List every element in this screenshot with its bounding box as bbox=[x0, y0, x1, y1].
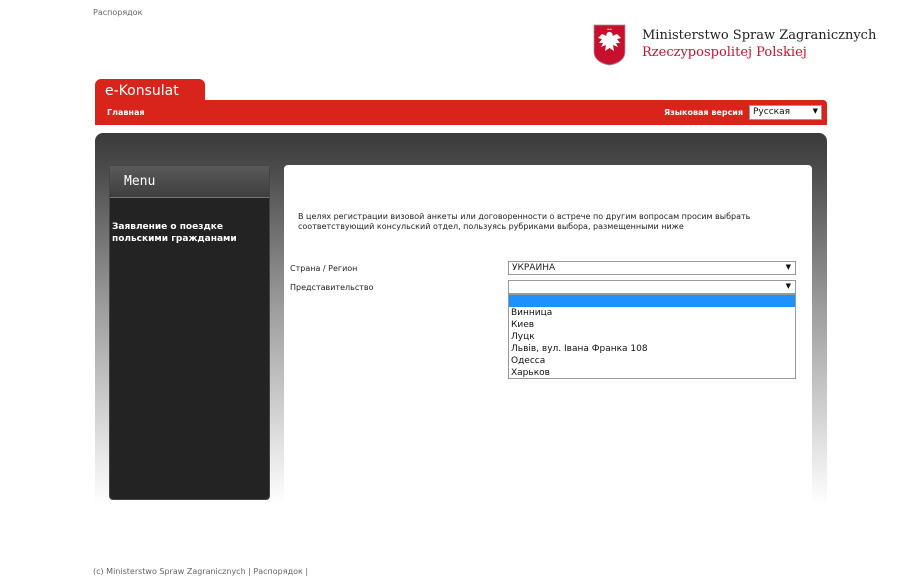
language-select[interactable]: Русская ▼ bbox=[749, 105, 822, 120]
office-label: Представительство bbox=[290, 283, 374, 292]
language-select-value: Русская bbox=[753, 107, 791, 117]
country-label: Страна / Регион bbox=[290, 264, 358, 273]
form-panel: В целях регистрации визовой анкеты или д… bbox=[284, 165, 812, 505]
ministry-name: Ministerstwo Spraw Zagranicznych Rzeczyp… bbox=[642, 27, 876, 61]
office-select[interactable]: ▼ bbox=[508, 280, 796, 294]
dropdown-option[interactable]: Киев bbox=[509, 319, 795, 331]
dropdown-option[interactable]: Львів, вул. Івана Франка 108 bbox=[509, 343, 795, 355]
dropdown-option-empty[interactable] bbox=[509, 295, 795, 307]
ministry-line-1: Ministerstwo Spraw Zagranicznych bbox=[642, 28, 877, 43]
top-link-regulations[interactable]: Распорядок bbox=[93, 8, 142, 17]
footer-text: (c) Ministerstwo Spraw Zagranicznych | Р… bbox=[93, 567, 309, 576]
sidebar-title: Menu bbox=[110, 166, 269, 198]
ministry-line-2: Rzeczypospolitej Polskiej bbox=[642, 45, 807, 60]
nav-home-link[interactable]: Главная bbox=[107, 108, 144, 117]
language-label: Языковая версия bbox=[664, 108, 744, 117]
dropdown-option[interactable]: Винница bbox=[509, 307, 795, 319]
chevron-down-icon: ▼ bbox=[785, 282, 791, 290]
chevron-down-icon: ▼ bbox=[812, 107, 818, 115]
ministry-logo[interactable]: Ministerstwo Spraw Zagranicznych Rzeczyp… bbox=[593, 24, 876, 68]
dropdown-option[interactable]: Одесса bbox=[509, 355, 795, 367]
intro-text: В целях регистрации визовой анкеты или д… bbox=[298, 212, 751, 231]
dropdown-option[interactable]: Луцк bbox=[509, 331, 795, 343]
chevron-down-icon: ▼ bbox=[785, 263, 791, 271]
office-dropdown-list: Винница Киев Луцк Львів, вул. Івана Фран… bbox=[508, 294, 796, 379]
polish-eagle-icon bbox=[593, 24, 626, 66]
nav-bar: Главная Языковая версия Русская ▼ bbox=[95, 100, 827, 125]
dropdown-option[interactable]: Харьков bbox=[509, 367, 795, 379]
sidebar-item-trip-declaration[interactable]: Заявление о поездке польскими гражданами bbox=[112, 221, 267, 245]
sidebar: Menu Заявление о поездке польскими гражд… bbox=[109, 165, 270, 500]
country-select-value: УКРАИНА bbox=[512, 263, 556, 273]
country-select[interactable]: УКРАИНА ▼ bbox=[508, 261, 796, 275]
